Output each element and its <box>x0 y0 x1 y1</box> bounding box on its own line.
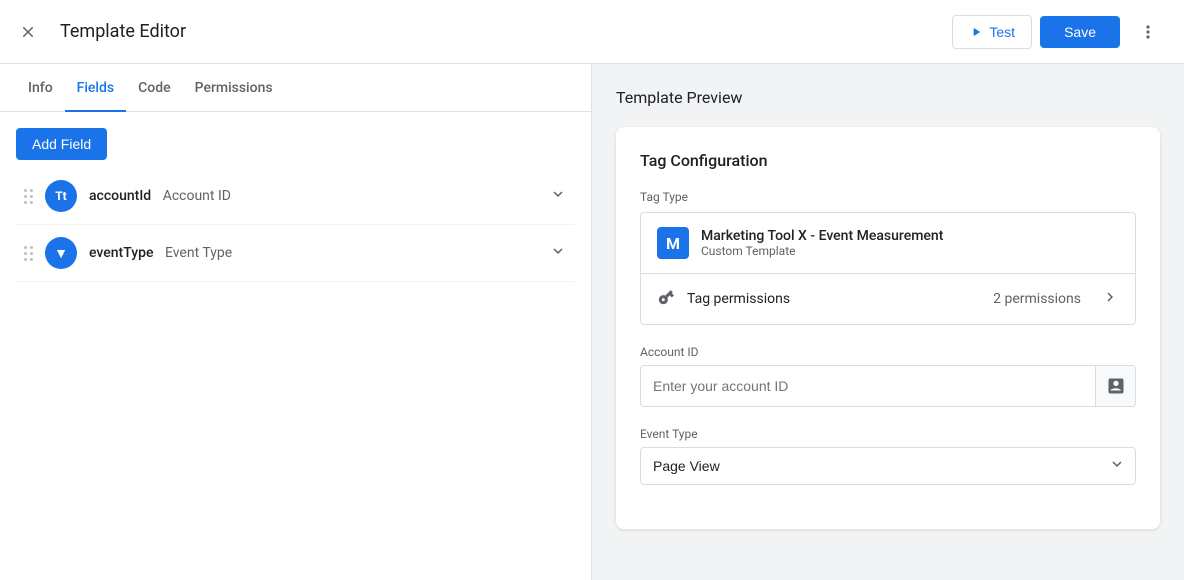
tag-config-card: Tag Configuration Tag Type M Marketing T… <box>616 127 1160 529</box>
tag-subtitle-text: Custom Template <box>701 244 943 258</box>
right-panel-title: Template Preview <box>616 88 1160 107</box>
field-row-info-accountid: accountId Account ID <box>89 188 537 204</box>
tag-permissions-row[interactable]: Tag permissions 2 permissions <box>641 274 1135 324</box>
add-field-button[interactable]: Add Field <box>16 128 107 160</box>
field-icon-arrow: ▼ <box>45 237 77 269</box>
main-layout: Info Fields Code Permissions Add Field T… <box>0 64 1184 580</box>
tag-permissions-label-text: Tag permissions <box>687 291 981 307</box>
field-name-accountid: accountId <box>89 188 151 204</box>
top-bar: Template Editor Test Save <box>0 0 1184 64</box>
tag-type-section-label: Tag Type <box>640 190 1136 204</box>
expand-accountid-icon[interactable] <box>549 185 567 207</box>
tab-fields[interactable]: Fields <box>65 64 126 112</box>
drag-handle-eventtype[interactable] <box>24 246 33 261</box>
event-type-group: Event Type Page View Click Form Submit C… <box>640 427 1136 485</box>
tab-permissions[interactable]: Permissions <box>183 64 285 112</box>
event-type-label: Event Type <box>640 427 1136 441</box>
permissions-count: 2 permissions <box>993 291 1081 307</box>
expand-eventtype-icon[interactable] <box>549 242 567 264</box>
drag-handle-accountid[interactable] <box>24 189 33 204</box>
tag-name-info: Marketing Tool X - Event Measurement Cus… <box>701 228 943 258</box>
account-id-picker-button[interactable] <box>1095 366 1135 406</box>
account-id-group: Account ID <box>640 345 1136 407</box>
test-button[interactable]: Test <box>952 15 1032 49</box>
tabs: Info Fields Code Permissions <box>0 64 591 112</box>
close-button[interactable] <box>8 12 48 52</box>
field-row-eventtype: ▼ eventType Event Type <box>16 225 575 282</box>
field-icon-tt: Tt <box>45 180 77 212</box>
account-id-label: Account ID <box>640 345 1136 359</box>
more-options-button[interactable] <box>1128 12 1168 52</box>
save-button[interactable]: Save <box>1040 16 1120 48</box>
key-icon <box>657 288 675 310</box>
event-type-select[interactable]: Page View Click Form Submit Custom <box>640 447 1136 485</box>
account-id-input-row <box>640 365 1136 407</box>
more-vert-icon <box>1138 22 1158 42</box>
app-title: Template Editor <box>60 21 940 42</box>
field-name-eventtype: eventType <box>89 245 153 261</box>
tag-name-row: M Marketing Tool X - Event Measurement C… <box>641 213 1135 274</box>
tag-name-text: Marketing Tool X - Event Measurement <box>701 228 943 244</box>
permissions-chevron-icon <box>1101 288 1119 310</box>
top-bar-actions: Test Save <box>952 12 1168 52</box>
tab-code[interactable]: Code <box>126 64 182 112</box>
tag-config-title: Tag Configuration <box>640 151 1136 170</box>
field-row-accountid: Tt accountId Account ID <box>16 168 575 225</box>
tab-info[interactable]: Info <box>16 64 65 112</box>
left-panel: Info Fields Code Permissions Add Field T… <box>0 64 592 580</box>
tag-m-icon: M <box>657 227 689 259</box>
event-type-select-wrapper: Page View Click Form Submit Custom <box>640 447 1136 485</box>
account-id-input[interactable] <box>641 368 1095 404</box>
play-icon <box>969 25 983 39</box>
field-label-eventtype: Event Type <box>165 245 232 261</box>
fields-content: Add Field Tt accountId Account ID <box>0 112 591 580</box>
field-label-accountid: Account ID <box>163 188 231 204</box>
grid-icon <box>1107 377 1125 395</box>
right-panel: Template Preview Tag Configuration Tag T… <box>592 64 1184 580</box>
field-row-info-eventtype: eventType Event Type <box>89 245 537 261</box>
tag-type-box: M Marketing Tool X - Event Measurement C… <box>640 212 1136 325</box>
